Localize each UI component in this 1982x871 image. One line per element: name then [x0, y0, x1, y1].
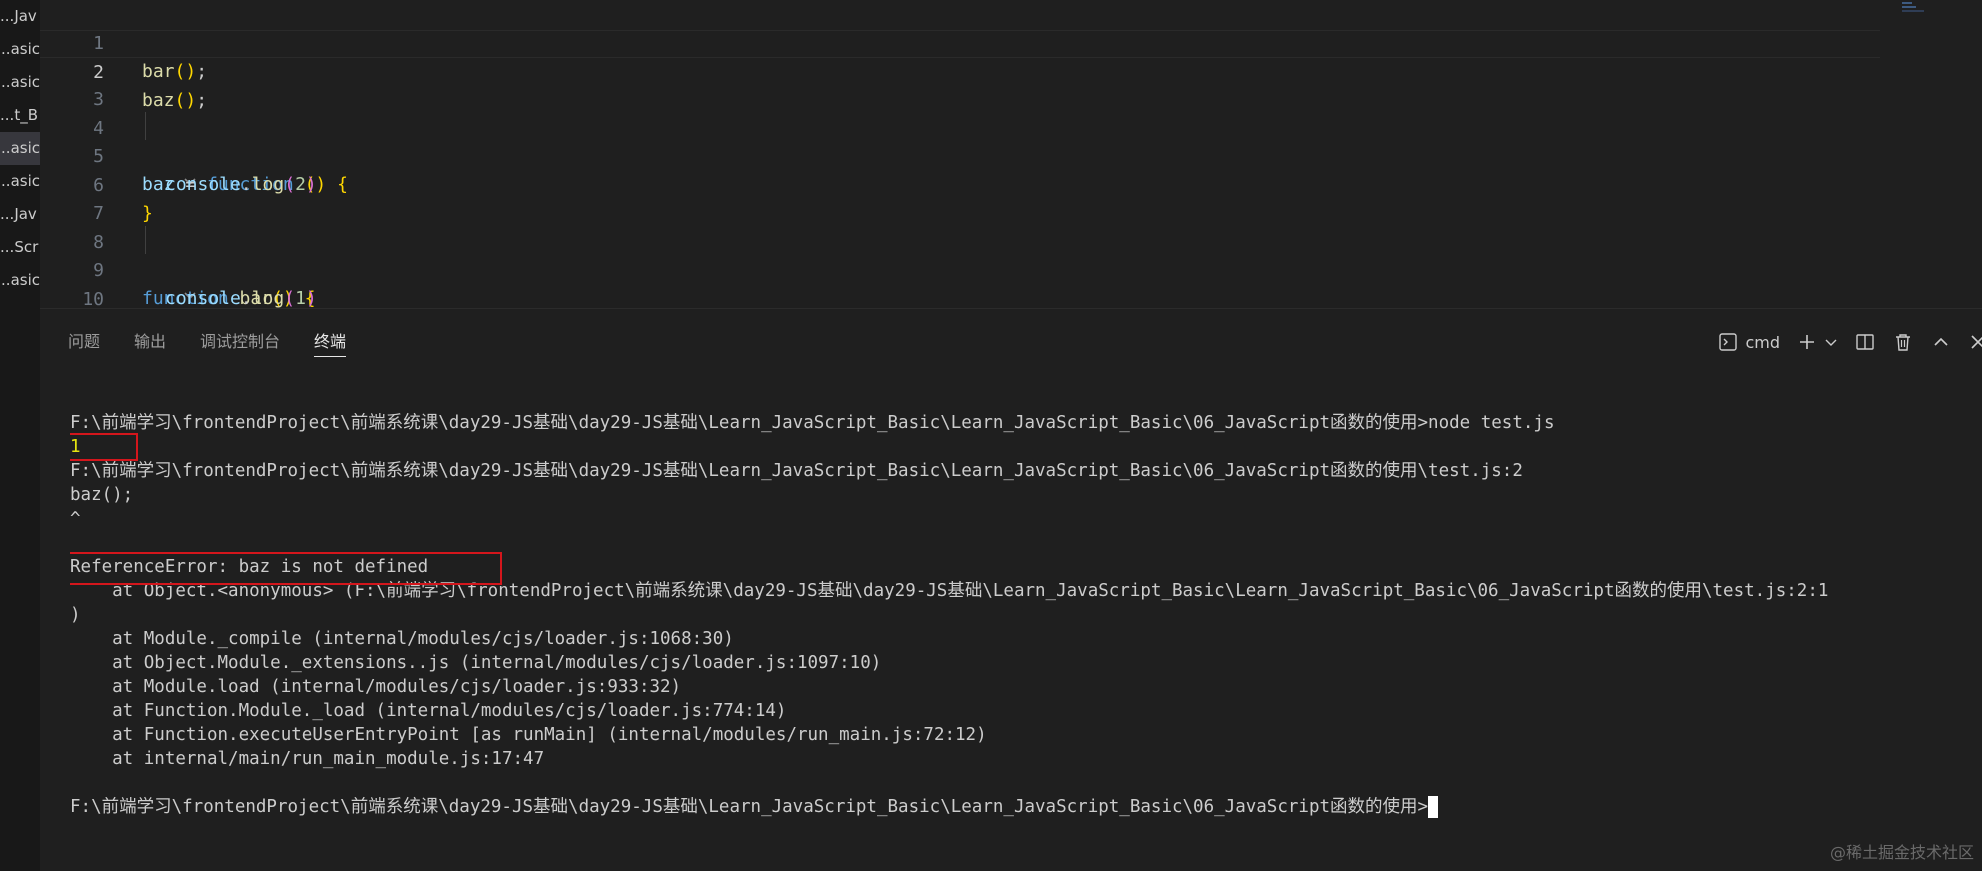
minimap-line [1902, 6, 1916, 8]
bottom-panel: 问题 输出 调试控制台 终端 cmd F:\前端学习\frontendProje… [40, 308, 1982, 871]
vscode-window: Jav... asic... asic... t_B... asic... as… [0, 0, 1982, 871]
file-item-label: asic... [0, 139, 40, 157]
terminal-line: at Function.executeUserEntryPoint [as ru… [70, 725, 987, 745]
file-item[interactable]: asic... [0, 264, 40, 297]
file-item[interactable]: Scr... [0, 231, 40, 264]
terminal-profile-button[interactable]: cmd [1717, 327, 1780, 357]
file-item[interactable]: asic... [0, 33, 40, 66]
terminal-line: at Module.load (internal/modules/cjs/loa… [70, 677, 682, 697]
new-terminal-button[interactable] [1796, 327, 1818, 357]
watermark: @稀土掘金技术社区 [1829, 843, 1974, 862]
code-line: 7 [40, 172, 1880, 224]
minimap-line [1902, 10, 1924, 12]
code-line: 9 console.log(1) [40, 229, 1880, 308]
terminal-line: ^ [70, 509, 81, 529]
code-line: 4 baz = function () { [40, 87, 1880, 195]
file-item-label: Jav... [0, 205, 37, 223]
file-item-label: asic... [0, 73, 40, 91]
terminal-dropdown-button[interactable] [1824, 327, 1838, 357]
file-item-label: Scr... [0, 238, 39, 256]
file-item-label: Jav... [0, 7, 37, 25]
file-item[interactable]: t_B... [0, 99, 40, 132]
code-line: 10 } [40, 258, 1880, 308]
file-item[interactable]: Jav... [0, 198, 40, 231]
kill-terminal-button[interactable] [1892, 327, 1914, 357]
maximize-panel-button[interactable] [1930, 327, 1952, 357]
highlight-box [70, 433, 138, 461]
chevron-down-icon [1824, 331, 1838, 353]
chevron-up-icon [1930, 331, 1952, 353]
terminal-line: at internal/main/run_main_module.js:17:4… [70, 749, 545, 769]
tab-terminal[interactable]: 终端 [314, 327, 347, 357]
file-item[interactable]: asic... [0, 165, 40, 198]
terminal-line: at Module._compile (internal/modules/cjs… [70, 629, 734, 649]
terminal-line: at Function.Module._load (internal/modul… [70, 701, 787, 721]
plus-icon [1796, 331, 1818, 353]
terminal-line: F:\前端学习\frontendProject\前端系统课\day29-JS基础… [70, 461, 1523, 481]
terminal-line: baz(); [70, 485, 134, 505]
file-item-label: asic... [0, 40, 40, 58]
file-item[interactable]: asic... [0, 66, 40, 99]
file-item-active[interactable]: asic... [0, 132, 40, 165]
sidebar-empty-area [0, 332, 40, 871]
code-line-current: 2 baz(); [40, 30, 1880, 111]
trash-icon [1892, 331, 1914, 353]
code-line: 8 function bar() { [40, 201, 1880, 308]
code-line: 5 console.log(2) [40, 115, 1880, 195]
terminal-line: F:\前端学习\frontendProject\前端系统课\day29-JS基础… [70, 413, 1555, 433]
panel-tabs: 问题 输出 调试控制台 终端 [68, 327, 380, 357]
close-panel-button[interactable] [1968, 327, 1982, 357]
tab-output[interactable]: 输出 [134, 327, 166, 357]
tab-problems[interactable]: 问题 [68, 327, 100, 357]
code-line: 1 bar(); [40, 2, 1880, 82]
code-line: 3 [40, 58, 1880, 110]
split-icon [1854, 331, 1876, 353]
code-editor[interactable]: 1 bar(); 2 baz(); 3 4 baz = function () … [40, 0, 1982, 308]
split-terminal-button[interactable] [1854, 327, 1876, 357]
highlight-box [70, 552, 502, 585]
terminal-icon [1717, 331, 1739, 353]
terminal-line: at Object.Module._extensions..js (intern… [70, 653, 882, 673]
file-explorer: Jav... asic... asic... t_B... asic... as… [0, 0, 40, 332]
panel-actions: cmd [1717, 327, 1982, 357]
terminal-output[interactable]: F:\前端学习\frontendProject\前端系统课\day29-JS基础… [70, 405, 1980, 865]
code-line: 11 [40, 286, 1880, 308]
file-item-label: t_B... [0, 106, 38, 124]
file-item[interactable]: Jav... [0, 0, 40, 33]
terminal-prompt: F:\前端学习\frontendProject\前端系统课\day29-JS基础… [70, 797, 1429, 817]
terminal-profile-label: cmd [1745, 332, 1780, 352]
terminal-cursor [1428, 796, 1439, 818]
code-line: 6 } [40, 144, 1880, 224]
file-item-label: asic... [0, 172, 40, 190]
minimap[interactable] [1902, 2, 1946, 16]
close-icon [1968, 331, 1982, 353]
tab-debug-console[interactable]: 调试控制台 [200, 327, 280, 357]
terminal-line: ) [70, 605, 81, 625]
terminal-prompt-line: F:\前端学习\frontendProject\前端系统课\day29-JS基础… [70, 795, 1439, 819]
minimap-line [1902, 2, 1912, 4]
file-item-label: asic... [0, 271, 40, 289]
